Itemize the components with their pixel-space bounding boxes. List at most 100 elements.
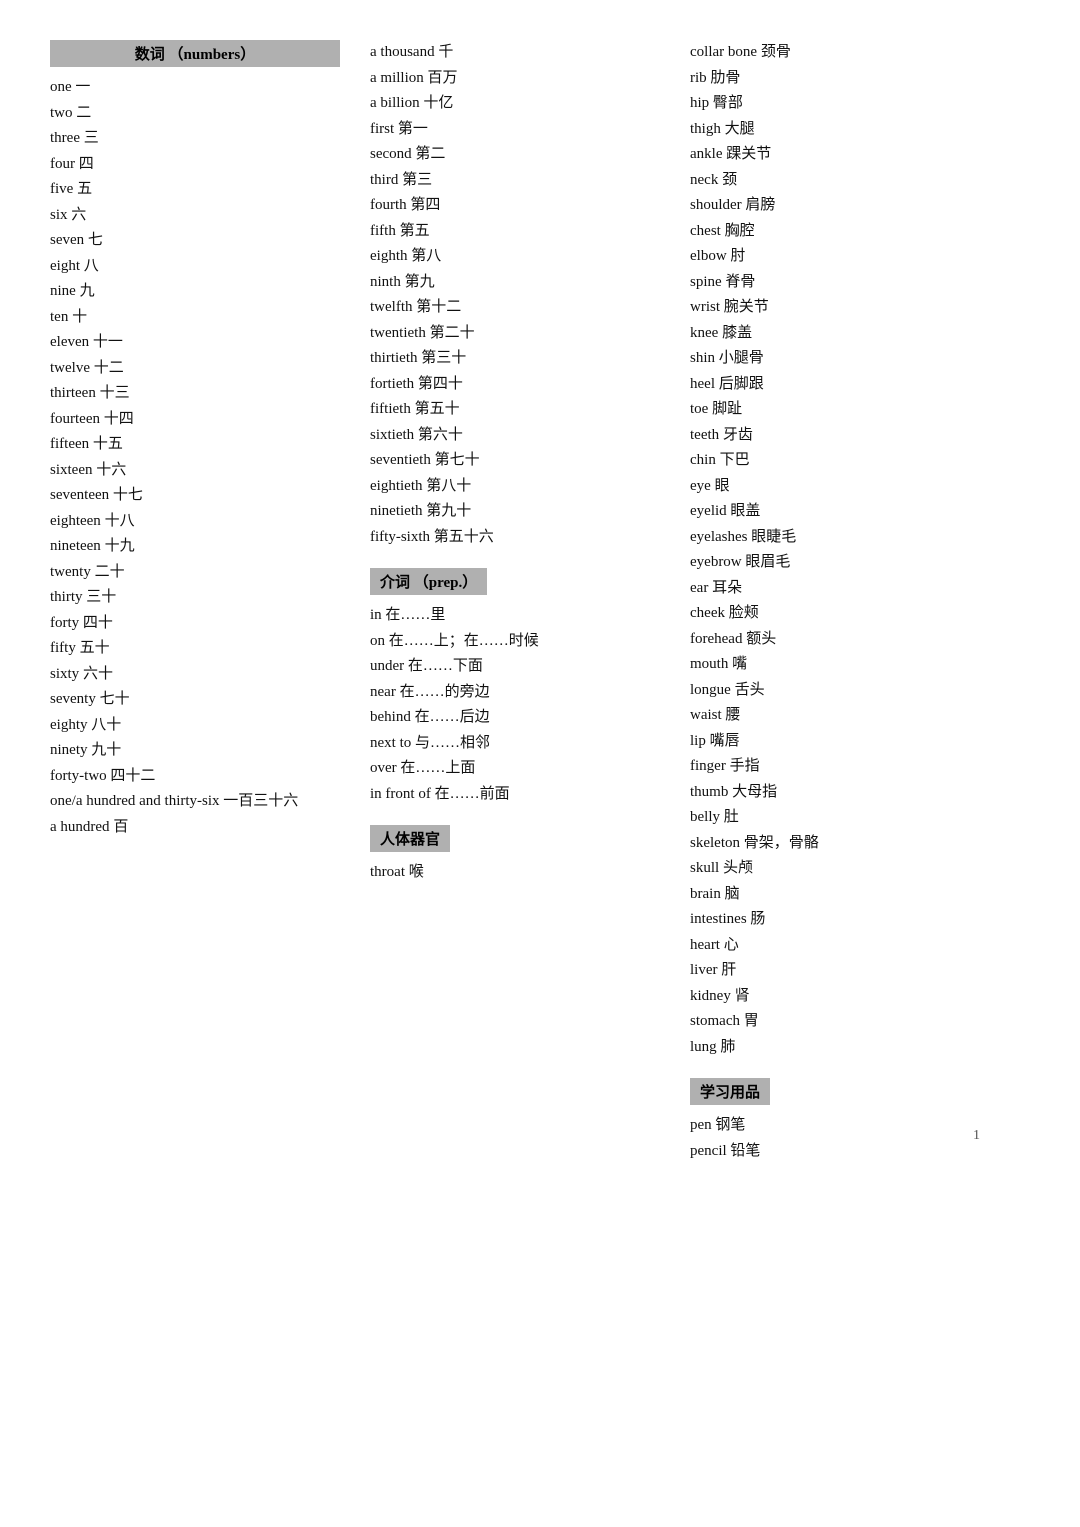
list-item: twelve 十二 [50, 356, 340, 382]
entry-cn: 四十二 [110, 768, 155, 784]
list-item: seventieth 第七十 [370, 448, 660, 474]
entry-cn: 千 [438, 44, 453, 60]
entry-cn: 铅笔 [730, 1143, 760, 1159]
list-item: near 在……的旁边 [370, 680, 660, 706]
entry-cn: 三十 [86, 589, 116, 605]
body-organ-start: throat 喉 [370, 860, 660, 886]
entry-en: one [50, 79, 72, 95]
list-item: heart 心 [690, 933, 1040, 959]
list-item: heel 后脚跟 [690, 372, 1040, 398]
list-item: cheek 脸颊 [690, 601, 1040, 627]
list-item: sixtieth 第六十 [370, 423, 660, 449]
list-item: neck 颈 [690, 168, 1040, 194]
entry-cn: 肩膀 [745, 197, 775, 213]
numbers-list: one 一two 二three 三four 四five 五six 六seven … [50, 75, 340, 840]
entry-cn: 六 [71, 207, 86, 223]
entry-en: hip [690, 95, 709, 111]
entry-cn: 六十 [83, 666, 113, 682]
entry-cn: 嘴 [732, 656, 747, 672]
entry-en: fiftieth [370, 401, 411, 417]
column-3: collar bone 颈骨rib 肋骨hip 臀部thigh 大腿ankle … [690, 40, 1040, 1164]
prep-header: 介词 （prep.） [370, 568, 487, 595]
entry-cn: 第八 [411, 248, 441, 264]
entry-cn: 钢笔 [715, 1117, 745, 1133]
list-item: fiftieth 第五十 [370, 397, 660, 423]
entry-cn: 眼眉毛 [745, 554, 790, 570]
entry-cn: 第三 [402, 172, 432, 188]
entry-en: heel [690, 376, 715, 392]
list-item: chin 下巴 [690, 448, 1040, 474]
list-item: toe 脚趾 [690, 397, 1040, 423]
entry-cn: 十一 [93, 334, 123, 350]
entry-en: seventy [50, 691, 96, 707]
entry-cn: 与……相邻 [415, 735, 490, 751]
entry-cn: 耳朵 [712, 580, 742, 596]
entry-en: chest [690, 223, 721, 239]
entry-en: over [370, 760, 397, 776]
entry-en: thirty [50, 589, 83, 605]
entry-cn: 第三十 [421, 350, 466, 366]
list-item: three 三 [50, 126, 340, 152]
entry-en: on [370, 633, 385, 649]
entry-en: toe [690, 401, 708, 417]
entry-cn: 膝盖 [722, 325, 752, 341]
entry-cn: 七 [88, 232, 103, 248]
entry-en: knee [690, 325, 718, 341]
list-item: forehead 额头 [690, 627, 1040, 653]
entry-en: eighty [50, 717, 88, 733]
entry-en: throat [370, 864, 405, 880]
entry-en: second [370, 146, 412, 162]
entry-en: thumb [690, 784, 728, 800]
entry-cn: 百万 [428, 70, 458, 86]
list-item: collar bone 颈骨 [690, 40, 1040, 66]
entry-cn: 额头 [746, 631, 776, 647]
entry-cn: 肝 [721, 962, 736, 978]
list-item: twenty 二十 [50, 560, 340, 586]
entry-cn: 在……上；在……时候 [389, 633, 539, 649]
entry-en: waist [690, 707, 722, 723]
entry-en: in [370, 607, 382, 623]
list-item: pen 钢笔 [690, 1113, 1040, 1139]
entry-en: pencil [690, 1143, 727, 1159]
entry-en: forty-two [50, 768, 107, 784]
list-item: skeleton 骨架，骨骼 [690, 831, 1040, 857]
entry-en: ten [50, 309, 68, 325]
list-item: thumb 大母指 [690, 780, 1040, 806]
entry-cn: 后脚跟 [719, 376, 764, 392]
entry-cn: 第六十 [418, 427, 463, 443]
list-item: eighteen 十八 [50, 509, 340, 535]
entry-cn: 十五 [93, 436, 123, 452]
entry-cn: 三 [84, 130, 99, 146]
list-item: skull 头颅 [690, 856, 1040, 882]
entry-en: sixty [50, 666, 79, 682]
entry-cn: 八十 [91, 717, 121, 733]
entry-cn: 四 [79, 156, 94, 172]
entry-en: shin [690, 350, 715, 366]
list-item: rib 肋骨 [690, 66, 1040, 92]
list-item: fifth 第五 [370, 219, 660, 245]
list-item: six 六 [50, 203, 340, 229]
list-item: first 第一 [370, 117, 660, 143]
entry-en: collar bone [690, 44, 757, 60]
entry-en: elbow [690, 248, 727, 264]
entry-cn: 二十 [95, 564, 125, 580]
list-item: thirtieth 第三十 [370, 346, 660, 372]
entry-en: twentieth [370, 325, 426, 341]
entry-cn: 八 [84, 258, 99, 274]
list-item: sixty 六十 [50, 662, 340, 688]
list-item: ninth 第九 [370, 270, 660, 296]
entry-en: two [50, 105, 73, 121]
entry-cn: 脊骨 [725, 274, 755, 290]
entry-cn: 肺 [720, 1039, 735, 1055]
entry-en: cheek [690, 605, 725, 621]
list-item: eyelashes 眼睫毛 [690, 525, 1040, 551]
entry-cn: 第一 [398, 121, 428, 137]
entry-en: ninetieth [370, 503, 423, 519]
entry-en: fortieth [370, 376, 414, 392]
list-item: waist 腰 [690, 703, 1040, 729]
list-item: second 第二 [370, 142, 660, 168]
entry-cn: 喉 [409, 864, 424, 880]
entry-cn: 腰 [725, 707, 740, 723]
entry-cn: 眼 [715, 478, 730, 494]
entry-cn: 十三 [100, 385, 130, 401]
